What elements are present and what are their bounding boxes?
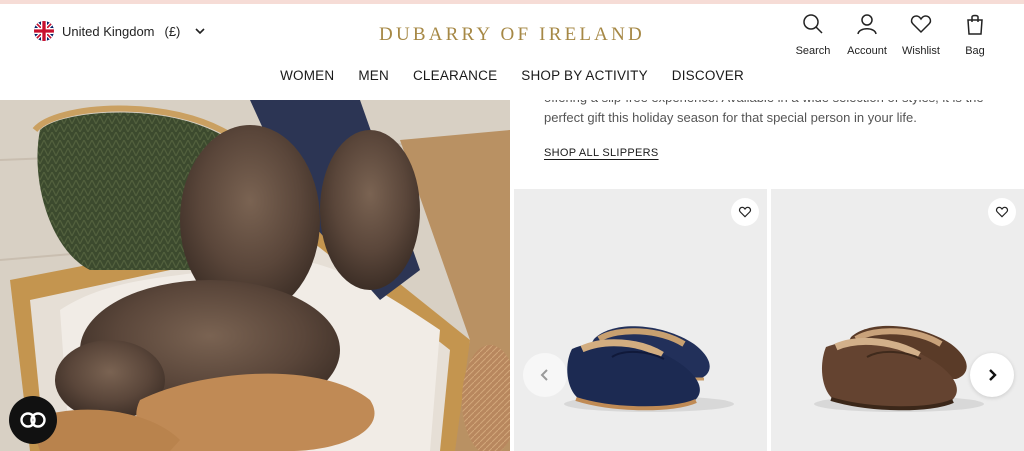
- heart-icon: [995, 206, 1009, 218]
- bag-icon: [967, 14, 983, 35]
- nav-item-clearance[interactable]: CLEARANCE: [401, 68, 509, 83]
- promo-copy-line-1: offering a slip-free experience. Availab…: [544, 100, 984, 108]
- chevron-left-icon: [540, 369, 548, 381]
- heart-icon: [910, 15, 932, 34]
- header-utilities: Search Account Wishlist Bag: [786, 12, 1002, 57]
- shop-all-slippers-link[interactable]: SHOP ALL SLIPPERS: [544, 147, 659, 159]
- account-button[interactable]: Account: [840, 12, 894, 57]
- chevron-right-icon: [989, 369, 997, 381]
- carousel-prev-button[interactable]: [523, 353, 567, 397]
- bag-label: Bag: [965, 45, 985, 57]
- nav-item-women[interactable]: WOMEN: [268, 68, 346, 83]
- search-label: Search: [795, 45, 831, 57]
- search-icon: [803, 14, 823, 34]
- wishlist-toggle-button[interactable]: [988, 198, 1016, 226]
- nav-item-shop-by-activity[interactable]: SHOP BY ACTIVITY: [509, 68, 660, 83]
- product-card[interactable]: [514, 189, 767, 451]
- nav-item-discover[interactable]: DISCOVER: [660, 68, 756, 83]
- brown-slipper-image: [814, 325, 984, 412]
- hero-illustration: [0, 100, 510, 451]
- account-icon: [857, 14, 877, 35]
- site-header: United Kingdom (£) DUBARRY OF IRELAND Se…: [0, 4, 1024, 100]
- product-card[interactable]: [771, 189, 1024, 451]
- bag-button[interactable]: Bag: [948, 12, 1002, 57]
- accessibility-widget-button[interactable]: [9, 396, 57, 444]
- promo-copy: offering a slip-free experience. Availab…: [544, 100, 994, 128]
- main-nav: WOMEN MEN CLEARANCE SHOP BY ACTIVITY DIS…: [0, 68, 1024, 83]
- wishlist-button[interactable]: Wishlist: [894, 12, 948, 57]
- search-button[interactable]: Search: [786, 12, 840, 57]
- promo-copy-line-2: perfect gift this holiday season for tha…: [544, 110, 917, 125]
- navy-slipper-image: [564, 326, 734, 412]
- accessibility-icon: [20, 412, 46, 428]
- hero-slippers-image: [0, 100, 510, 451]
- account-label: Account: [847, 45, 887, 57]
- wishlist-toggle-button[interactable]: [731, 198, 759, 226]
- nav-item-men[interactable]: MEN: [346, 68, 401, 83]
- heart-icon: [738, 206, 752, 218]
- wishlist-label: Wishlist: [902, 45, 940, 57]
- carousel-next-button[interactable]: [970, 353, 1014, 397]
